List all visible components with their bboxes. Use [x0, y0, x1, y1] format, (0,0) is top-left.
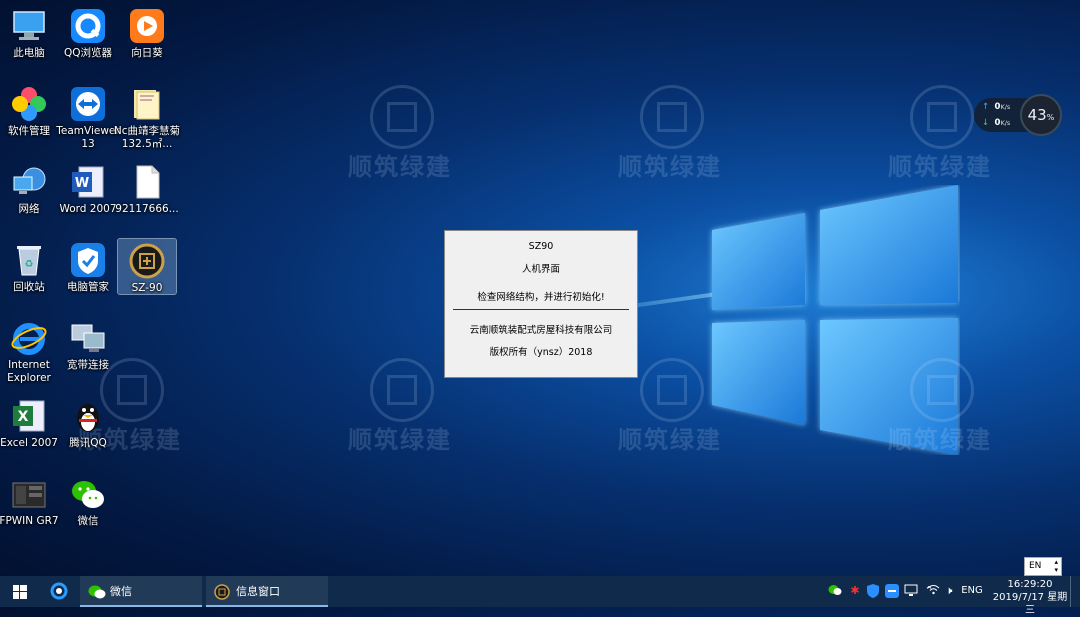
clock-date: 2019/7/17 星期三 — [992, 592, 1068, 616]
tray-teamviewer-icon[interactable] — [885, 584, 899, 598]
dialog-message: 检查网络结构，并进行初始化! — [477, 292, 605, 303]
plc-device-icon — [10, 475, 48, 513]
wechat-icon — [69, 475, 107, 513]
tray-volume-mute-icon[interactable]: 🕨 — [942, 584, 956, 598]
tray-network-icon[interactable] — [904, 584, 918, 598]
wechat-icon — [88, 585, 106, 599]
dialog-subtitle: 人机界面 — [521, 264, 560, 275]
taskbar-item-info-window[interactable]: 信息窗口 — [206, 576, 328, 607]
dialog-title: SZ90 — [528, 241, 554, 252]
clock-time: 16:29:20 — [1007, 579, 1053, 590]
tray-wechat-icon[interactable] — [828, 584, 842, 598]
desktop-icon-broadband[interactable]: 宽带连接 — [51, 314, 125, 388]
penguin-icon — [69, 397, 107, 435]
excel-icon: X — [10, 397, 48, 435]
taskbar-item-wechat[interactable]: 微信 — [80, 576, 202, 607]
start-button[interactable] — [0, 576, 40, 607]
tray-app-icon[interactable]: ✱ — [848, 584, 862, 598]
download-arrow-icon: ↓ — [982, 118, 990, 128]
taskbar-qq-browser[interactable] — [42, 576, 76, 607]
watermark-logo: 顺筑绿建 — [885, 358, 995, 468]
broadband-connection-icon — [69, 319, 107, 357]
qq-browser-icon — [50, 582, 68, 600]
tray-wifi-icon[interactable] — [926, 584, 940, 598]
cpu-usage-gauge: 43% — [1020, 94, 1062, 136]
desktop-icon-wechat[interactable]: 微信 — [51, 470, 125, 544]
svg-text:X: X — [18, 409, 29, 425]
dialog-copyright: 版权所有（ynsz）2018 — [489, 347, 593, 358]
software-manager-icon — [10, 85, 48, 123]
network-speed-widget[interactable]: ↑ 0K/s ↓ 0K/s 43% — [974, 94, 1064, 136]
upload-arrow-icon: ↑ — [982, 102, 990, 112]
desktop-icon-folder-project[interactable]: Nc曲靖李慧菊132.5㎡... — [110, 80, 184, 152]
svg-text:♻: ♻ — [25, 259, 34, 270]
network-icon — [10, 163, 48, 201]
watermark-logo: 顺筑绿建 — [345, 358, 455, 468]
taskbar-clock[interactable]: 16:29:20 2019/7/17 星期三 — [990, 578, 1070, 617]
sz90-logo-icon — [214, 584, 230, 600]
desktop-icon-sz90[interactable]: SZ-90 — [117, 238, 177, 295]
dialog-company: 云南顺筑装配式房屋科技有限公司 — [469, 325, 613, 336]
shield-icon — [69, 241, 107, 279]
qq-browser-icon — [69, 7, 107, 45]
teamviewer-icon — [69, 85, 107, 123]
blank-file-icon — [128, 163, 166, 201]
recycle-bin-icon: ♻ — [10, 241, 48, 279]
show-desktop-button[interactable] — [1070, 576, 1079, 607]
ime-arrows-icon: ▴ ▾ — [1054, 558, 1058, 574]
desktop-icon-sunflower[interactable]: 向日葵 — [110, 2, 184, 76]
windows-start-icon — [13, 585, 27, 599]
ime-mode-indicator[interactable]: EN ▴ ▾ — [1024, 557, 1062, 576]
upload-speed: ↑ 0K/s — [982, 102, 1011, 112]
download-speed: ↓ 0K/s — [982, 118, 1011, 128]
word-icon: W — [69, 163, 107, 201]
internet-explorer-icon — [10, 319, 48, 357]
folder-icon — [128, 85, 166, 123]
sz90-splash-dialog[interactable]: SZ90 人机界面 检查网络结构，并进行初始化! 云南顺筑装配式房屋科技有限公司… — [444, 230, 638, 378]
tray-shield-icon[interactable] — [866, 584, 880, 598]
svg-text:W: W — [75, 176, 89, 191]
watermark-logo: 顺筑绿建 — [615, 85, 725, 195]
desktop-icon-tencent-qq[interactable]: 腾讯QQ — [51, 392, 125, 466]
sunflower-icon — [128, 7, 166, 45]
computer-icon — [10, 7, 48, 45]
watermark-logo: 顺筑绿建 — [345, 85, 455, 195]
desktop-icon-pc-manager[interactable]: 电脑管家 — [51, 236, 125, 310]
taskbar: 微信 信息窗口 ✱ ⌃ 🕨 ENG 16:29:20 2019/7/17 星期三 — [0, 576, 1080, 616]
dialog-divider — [453, 309, 629, 310]
desktop-icon-file[interactable]: 92117666... — [110, 158, 184, 232]
desktop[interactable]: 顺筑绿建 顺筑绿建 顺筑绿建 顺筑绿建 顺筑绿建 顺筑绿建 顺筑绿建 此电脑 软… — [0, 0, 1080, 576]
tray-language[interactable]: ENG — [960, 584, 984, 598]
sz90-logo-icon — [128, 242, 166, 280]
